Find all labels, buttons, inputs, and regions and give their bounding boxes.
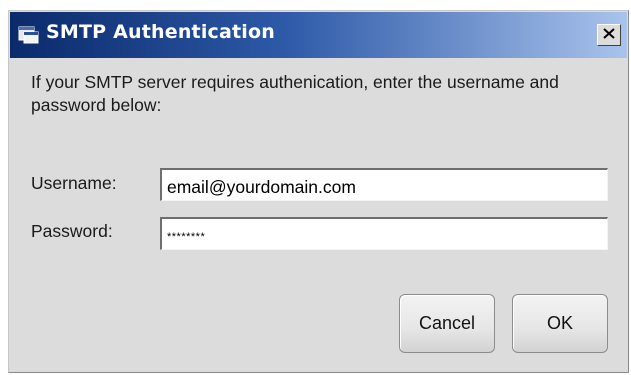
title-bar[interactable]: SMTP Authentication: [10, 12, 627, 58]
password-label: Password:: [31, 221, 113, 241]
close-icon: [603, 26, 615, 44]
cancel-button[interactable]: Cancel: [399, 294, 495, 353]
close-button[interactable]: [597, 24, 621, 46]
app-window-icon: [18, 25, 40, 45]
username-field[interactable]: [160, 168, 608, 201]
instruction-text: If your SMTP server requires authenicati…: [31, 72, 559, 115]
ok-button[interactable]: OK: [512, 294, 608, 353]
username-label: Username:: [31, 173, 117, 193]
dialog-title: SMTP Authentication: [46, 21, 275, 43]
smtp-auth-dialog: SMTP Authentication If your SMTP server …: [8, 10, 629, 373]
password-field[interactable]: [160, 217, 608, 250]
